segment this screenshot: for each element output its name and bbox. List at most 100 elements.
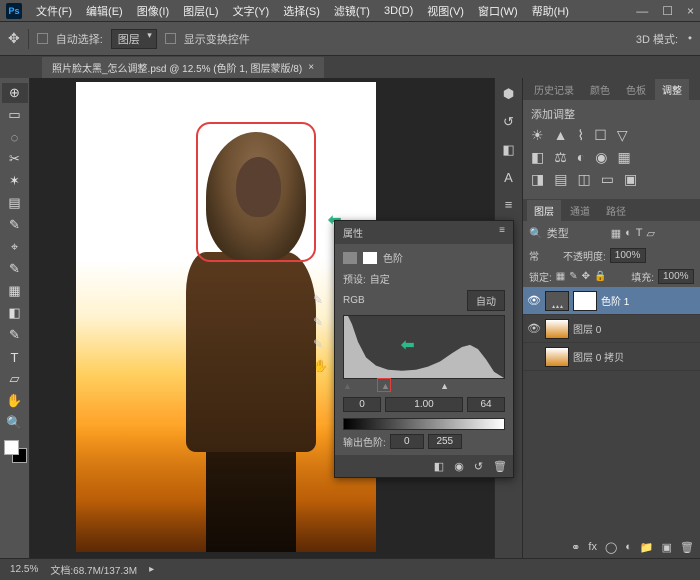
adj-vibrance-icon[interactable]: ▽: [617, 127, 628, 144]
tab-history[interactable]: 历史记录: [527, 79, 581, 100]
tool-pen[interactable]: ✎: [2, 325, 28, 345]
tab-paths[interactable]: 路径: [599, 200, 633, 221]
reset-icon[interactable]: ↺: [474, 460, 483, 473]
adj-exposure-icon[interactable]: ☐: [594, 127, 607, 144]
layer-name[interactable]: 色阶 1: [601, 293, 629, 308]
auto-select-dropdown[interactable]: 图层: [111, 29, 157, 49]
filter-shape-icon[interactable]: ▱: [647, 227, 655, 240]
filter-adjust-icon[interactable]: ◐: [625, 227, 632, 239]
menu-layer[interactable]: 图层(L): [177, 1, 224, 21]
preset-dropdown[interactable]: 自定: [370, 271, 505, 286]
tool-hand[interactable]: ✋: [2, 391, 28, 411]
tab-channels[interactable]: 通道: [563, 200, 597, 221]
color-swatches[interactable]: [0, 440, 29, 472]
input-slider-track[interactable]: ▲ ▲ ▲: [343, 381, 505, 393]
view-prev-icon[interactable]: ◉: [454, 460, 464, 473]
tool-eyedropper[interactable]: ✶: [2, 171, 28, 191]
panel-menu-icon[interactable]: ≡: [499, 225, 505, 240]
tab-swatches[interactable]: 色板: [619, 79, 653, 100]
menu-window[interactable]: 窗口(W): [472, 1, 524, 21]
search-icon[interactable]: 🔍: [529, 227, 543, 240]
panel-icon-paragraph[interactable]: ≡: [505, 197, 513, 212]
tab-adjustments[interactable]: 调整: [655, 79, 689, 100]
adj-invert-icon[interactable]: ◨: [531, 171, 544, 188]
adj-selective-icon[interactable]: ▣: [624, 171, 637, 188]
menu-edit[interactable]: 编辑(E): [80, 1, 129, 21]
tool-move[interactable]: ⊕: [2, 83, 28, 103]
lock-paint-icon[interactable]: ✎: [569, 271, 577, 282]
adj-bw-icon[interactable]: ◐: [577, 149, 585, 166]
tool-gradient[interactable]: ▦: [2, 281, 28, 301]
tool-history-brush[interactable]: ✎: [2, 259, 28, 279]
adj-threshold-icon[interactable]: ◫: [577, 171, 590, 188]
layer-row[interactable]: 👁 色阶 1: [523, 287, 700, 315]
zoom-level[interactable]: 12.5%: [10, 564, 38, 575]
mask-icon[interactable]: ◯: [605, 541, 617, 554]
menu-view[interactable]: 视图(V): [421, 1, 470, 21]
midtone-input[interactable]: [385, 397, 463, 412]
fx-icon[interactable]: fx: [588, 541, 597, 553]
auto-select-checkbox[interactable]: [37, 33, 48, 44]
clip-icon[interactable]: ◧: [434, 460, 444, 473]
adj-levels-icon[interactable]: ▲: [554, 127, 568, 144]
visibility-icon[interactable]: 👁: [527, 322, 541, 335]
panel-icon-swatches[interactable]: ◧: [502, 142, 514, 158]
black-point-slider[interactable]: ▲: [343, 381, 352, 391]
menu-file[interactable]: 文件(F): [30, 1, 78, 21]
adj-brightness-icon[interactable]: ☀: [531, 127, 544, 144]
tab-layers[interactable]: 图层: [527, 200, 561, 221]
eyedropper-white-icon[interactable]: ✎: [313, 337, 333, 351]
layer-name[interactable]: 图层 0 拷贝: [573, 349, 624, 364]
adj-gradient-map-icon[interactable]: ▭: [601, 171, 614, 188]
filter-pixel-icon[interactable]: ▦: [611, 227, 621, 240]
tool-healing[interactable]: ▤: [2, 193, 28, 213]
output-white-input[interactable]: [428, 434, 462, 449]
window-minimize[interactable]: —: [636, 4, 648, 18]
show-transform-checkbox[interactable]: [165, 33, 176, 44]
adj-curves-icon[interactable]: ⌇: [577, 127, 584, 144]
levels-histogram[interactable]: [343, 315, 505, 379]
blend-mode-dropdown[interactable]: 常: [529, 248, 559, 263]
panel-icon-color[interactable]: ⬢: [503, 86, 514, 102]
window-close[interactable]: ×: [687, 4, 694, 18]
layer-row[interactable]: 图层 0 拷贝: [523, 343, 700, 371]
tool-lasso[interactable]: ◌: [2, 127, 28, 147]
eyedropper-gray-icon[interactable]: ✎: [313, 315, 333, 329]
lock-all-icon[interactable]: 🔒: [594, 271, 606, 282]
opacity-value[interactable]: 100%: [610, 248, 646, 263]
panel-icon-character[interactable]: A: [504, 170, 513, 185]
menu-type[interactable]: 文字(Y): [227, 1, 276, 21]
lock-position-icon[interactable]: ✥: [582, 271, 590, 282]
black-point-input[interactable]: [343, 397, 381, 412]
layer-name[interactable]: 图层 0: [573, 321, 601, 336]
panel-icon-history[interactable]: ↺: [503, 114, 514, 130]
menu-help[interactable]: 帮助(H): [526, 1, 575, 21]
tab-color[interactable]: 颜色: [583, 79, 617, 100]
mode-3d-icon[interactable]: ⬩: [688, 32, 692, 45]
adj-hue-icon[interactable]: ◧: [531, 149, 544, 166]
filter-type-icon[interactable]: T: [636, 227, 643, 239]
group-icon[interactable]: 📁: [640, 541, 654, 554]
midtone-slider[interactable]: ▲: [381, 381, 390, 391]
document-tab-close[interactable]: ×: [308, 62, 314, 73]
layer-thumbnail[interactable]: [545, 291, 569, 311]
new-layer-icon[interactable]: ▣: [662, 541, 672, 554]
channel-dropdown[interactable]: RGB: [343, 295, 463, 306]
tool-brush[interactable]: ✎: [2, 215, 28, 235]
new-fill-icon[interactable]: ◐: [625, 541, 632, 553]
tool-crop[interactable]: ✂: [2, 149, 28, 169]
tool-stamp[interactable]: ⌖: [2, 237, 28, 257]
menu-image[interactable]: 图像(I): [131, 1, 175, 21]
tool-marquee[interactable]: ▭: [2, 105, 28, 125]
menu-filter[interactable]: 滤镜(T): [328, 1, 376, 21]
status-disclosure-icon[interactable]: ▸: [149, 564, 154, 575]
tool-zoom[interactable]: 🔍: [2, 413, 28, 433]
layer-thumbnail[interactable]: [545, 319, 569, 339]
delete-icon[interactable]: 🗑: [493, 460, 507, 473]
output-black-input[interactable]: [390, 434, 424, 449]
tool-dodge[interactable]: ◧: [2, 303, 28, 323]
adj-posterize-icon[interactable]: ▤: [554, 171, 567, 188]
hand-icon[interactable]: ✋: [313, 359, 333, 373]
layer-kind-dropdown[interactable]: 类型: [547, 225, 607, 241]
window-maximize[interactable]: ☐: [662, 4, 673, 18]
